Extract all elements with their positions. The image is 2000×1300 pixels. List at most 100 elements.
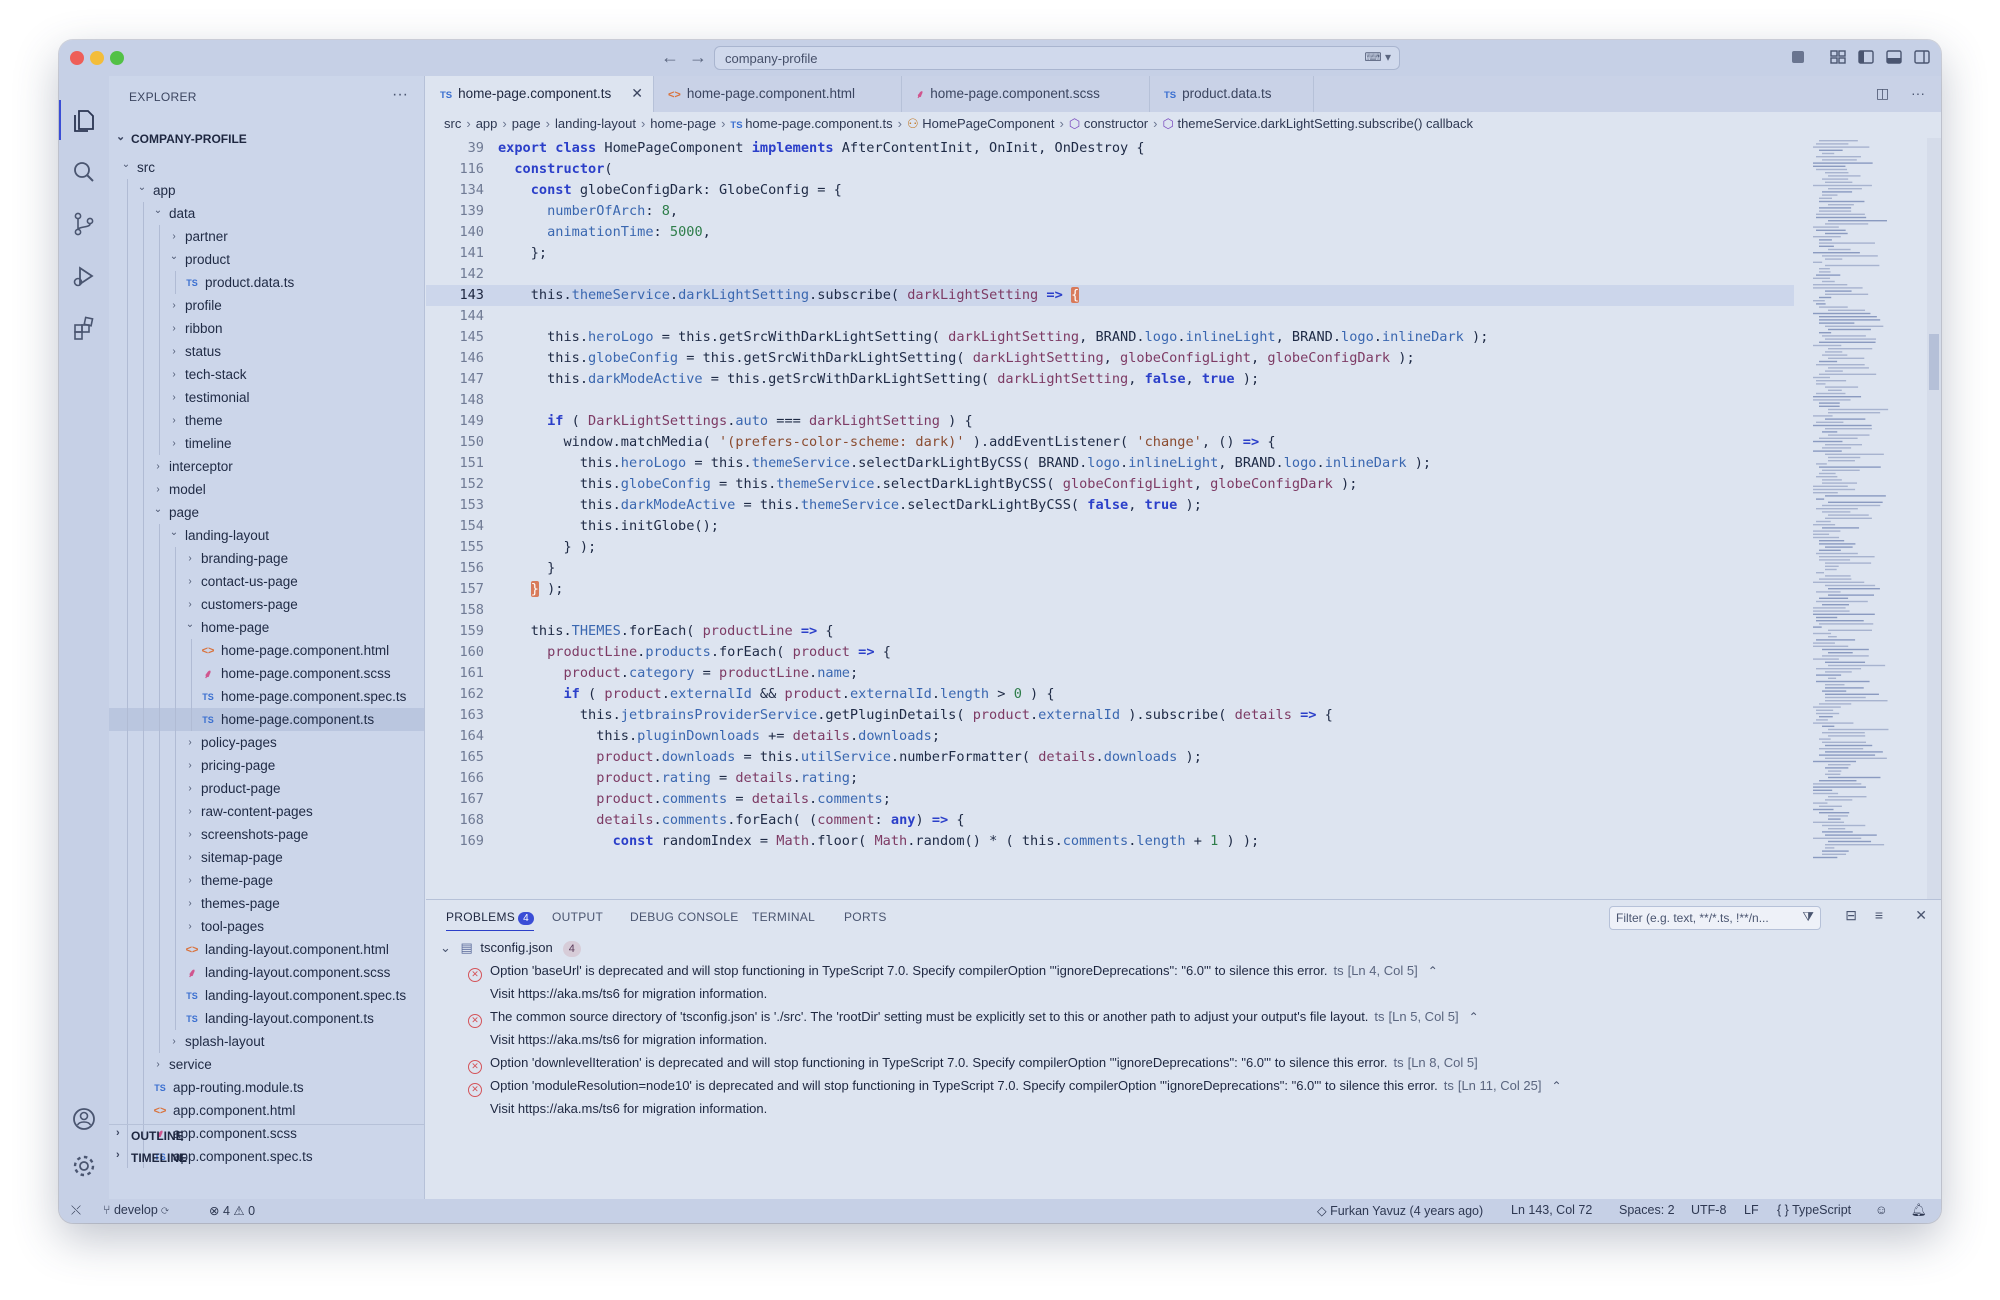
explorer-files-icon[interactable]: [59, 100, 98, 140]
folder-item[interactable]: ⌄ home-page: [109, 616, 424, 639]
code-line[interactable]: 150 window.matchMedia( '(prefers-color-s…: [426, 432, 1794, 453]
file-item[interactable]: TS home-page.component.ts: [109, 708, 424, 731]
problem-item[interactable]: ✕ The common source directory of 'tsconfi…: [440, 1005, 1920, 1028]
code-line[interactable]: 139 numberOfArch: 8,: [426, 201, 1794, 222]
code-line[interactable]: 157 } );: [426, 579, 1794, 600]
folder-item[interactable]: ⌄ data: [109, 202, 424, 225]
folder-item[interactable]: › policy-pages: [109, 731, 424, 754]
breadcrumb-item[interactable]: home-page: [650, 116, 716, 131]
folder-item[interactable]: › testimonial: [109, 386, 424, 409]
toggle-secondary-sidebar-icon[interactable]: [1913, 48, 1931, 66]
problem-item[interactable]: ✕ Option 'downlevelIteration' is deprecat…: [440, 1051, 1920, 1074]
panel-tab-output[interactable]: OUTPUT: [552, 910, 603, 924]
language-mode[interactable]: { } TypeScript: [1777, 1203, 1851, 1217]
folder-item[interactable]: › branding-page: [109, 547, 424, 570]
chevron-up-icon[interactable]: ⌃: [1551, 1079, 1561, 1093]
code-line[interactable]: 160 productLine.products.forEach( produc…: [426, 642, 1794, 663]
accounts-shield-icon[interactable]: [1789, 48, 1807, 66]
editor-tab[interactable]: TS home-page.component.ts ✕: [426, 76, 654, 112]
code-line[interactable]: 154 this.initGlobe();: [426, 516, 1794, 537]
cursor-position[interactable]: Ln 143, Col 72: [1511, 1203, 1592, 1217]
code-line[interactable]: 162 if ( product.externalId && product.e…: [426, 684, 1794, 705]
breadcrumb-item[interactable]: page: [512, 116, 541, 131]
panel-tab-terminal[interactable]: TERMINAL: [752, 910, 815, 924]
folder-item[interactable]: ⌄ src: [109, 156, 424, 179]
code-line[interactable]: 142: [426, 264, 1794, 285]
folder-item[interactable]: › sitemap-page: [109, 846, 424, 869]
sync-icon[interactable]: ⟳: [161, 1203, 169, 1217]
notifications-bell-icon[interactable]: 🔔︎: [1911, 1203, 1927, 1218]
code-line[interactable]: 141 };: [426, 243, 1794, 264]
code-line[interactable]: 167 product.comments = details.comments;: [426, 789, 1794, 810]
filter-funnel-icon[interactable]: ⧩: [1802, 909, 1814, 925]
code-line[interactable]: 166 product.rating = details.rating;: [426, 768, 1794, 789]
folder-item[interactable]: › theme-page: [109, 869, 424, 892]
panel-tab-ports[interactable]: PORTS: [844, 910, 887, 924]
folder-item[interactable]: › splash-layout: [109, 1030, 424, 1053]
code-line[interactable]: 159 this.THEMES.forEach( productLine => …: [426, 621, 1794, 642]
file-item[interactable]: TS landing-layout.component.ts: [109, 1007, 424, 1030]
code-line[interactable]: 165 product.downloads = this.utilService…: [426, 747, 1794, 768]
indentation-status[interactable]: Spaces: 2: [1619, 1203, 1675, 1217]
close-panel-icon[interactable]: ✕: [1915, 907, 1927, 924]
maximize-window-button[interactable]: [110, 51, 124, 65]
editor-tab[interactable]: <> home-page.component.html: [654, 76, 902, 112]
breadcrumb-item[interactable]: home-page.component.ts: [745, 116, 892, 131]
folder-item[interactable]: › tech-stack: [109, 363, 424, 386]
breadcrumb-item[interactable]: app: [476, 116, 498, 131]
toggle-primary-sidebar-icon[interactable]: [1857, 48, 1875, 66]
folder-item[interactable]: › raw-content-pages: [109, 800, 424, 823]
folder-item[interactable]: › contact-us-page: [109, 570, 424, 593]
collapse-all-icon[interactable]: ⊟: [1845, 907, 1857, 924]
folder-item[interactable]: › timeline: [109, 432, 424, 455]
code-line[interactable]: 164 this.pluginDownloads += details.down…: [426, 726, 1794, 747]
code-line[interactable]: 153 this.darkModeActive = this.themeServ…: [426, 495, 1794, 516]
timeline-section-header[interactable]: › TIMELINE: [109, 1147, 424, 1169]
folder-item[interactable]: › ribbon: [109, 317, 424, 340]
file-item[interactable]: ⸙ landing-layout.component.scss: [109, 961, 424, 984]
search-icon[interactable]: [70, 158, 98, 186]
file-item[interactable]: TS home-page.component.spec.ts: [109, 685, 424, 708]
command-center-search[interactable]: company-profile ⌨ ▾: [714, 46, 1400, 70]
folder-item[interactable]: › product-page: [109, 777, 424, 800]
vertical-scrollbar[interactable]: [1927, 138, 1941, 899]
extensions-icon[interactable]: [70, 314, 98, 342]
close-window-button[interactable]: [70, 51, 84, 65]
forward-arrow-icon[interactable]: →: [689, 47, 707, 68]
breadcrumb-item[interactable]: landing-layout: [555, 116, 636, 131]
more-actions-icon[interactable]: ···: [392, 86, 408, 104]
folder-item[interactable]: › themes-page: [109, 892, 424, 915]
copilot-chat-icon[interactable]: ⌨ ▾: [1364, 50, 1391, 64]
file-item[interactable]: ⸙ home-page.component.scss: [109, 662, 424, 685]
folder-item[interactable]: ⌄ landing-layout: [109, 524, 424, 547]
file-item[interactable]: TS landing-layout.component.spec.ts: [109, 984, 424, 1007]
view-as-tree-icon[interactable]: ≡: [1875, 907, 1883, 923]
encoding-status[interactable]: UTF-8: [1691, 1203, 1726, 1217]
breadcrumb-item[interactable]: themeService.darkLightSetting.subscribe(…: [1177, 116, 1473, 131]
code-line[interactable]: 148: [426, 390, 1794, 411]
code-line[interactable]: 140 animationTime: 5000,: [426, 222, 1794, 243]
code-line[interactable]: 168 details.comments.forEach( (comment: …: [426, 810, 1794, 831]
file-item[interactable]: <> app.component.html: [109, 1099, 424, 1122]
code-line[interactable]: 151 this.heroLogo = this.themeService.se…: [426, 453, 1794, 474]
split-editor-icon[interactable]: ◫: [1876, 85, 1889, 101]
branch-status[interactable]: ⑂ develop ⟳: [103, 1203, 169, 1217]
minimap[interactable]: [1809, 138, 1927, 899]
panel-tab-problems[interactable]: PROBLEMS 4: [446, 910, 534, 931]
folder-item[interactable]: ⌄ app: [109, 179, 424, 202]
more-actions-icon[interactable]: ···: [1911, 85, 1925, 101]
problems-status[interactable]: ⊗ 4 ⚠ 0: [209, 1203, 255, 1218]
code-line[interactable]: 116 constructor(: [426, 159, 1794, 180]
code-line[interactable]: 145 this.heroLogo = this.getSrcWithDarkL…: [426, 327, 1794, 348]
folder-item[interactable]: › theme: [109, 409, 424, 432]
scrollbar-thumb[interactable]: [1929, 334, 1939, 390]
outline-section-header[interactable]: › OUTLINE: [109, 1124, 424, 1146]
eol-status[interactable]: LF: [1744, 1203, 1759, 1217]
problems-file-row[interactable]: ⌄ ▤ tsconfig.json 4: [440, 936, 1920, 959]
remote-icon[interactable]: ⤬: [71, 1203, 81, 1218]
folder-item[interactable]: › customers-page: [109, 593, 424, 616]
folder-item[interactable]: › service: [109, 1053, 424, 1076]
run-and-debug-icon[interactable]: [70, 262, 98, 290]
git-blame-status[interactable]: ◇ Furkan Yavuz (4 years ago): [1317, 1203, 1483, 1218]
settings-gear-icon[interactable]: [70, 1152, 98, 1180]
